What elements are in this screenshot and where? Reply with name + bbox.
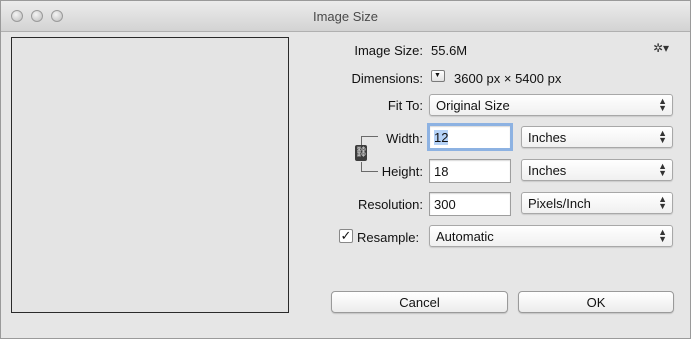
- resample-label: Resample:: [357, 230, 420, 245]
- width-value: 12: [434, 130, 449, 145]
- dimensions-value: 3600 px × 5400 px: [454, 71, 562, 86]
- select-arrows-icon: ▲ ▼: [658, 128, 667, 145]
- select-arrows-icon: ▲ ▼: [658, 227, 667, 244]
- dimensions-label: Dimensions:: [351, 71, 423, 86]
- width-unit-select[interactable]: Inches ▲ ▼: [521, 126, 673, 148]
- select-arrows-icon: ▲ ▼: [658, 161, 667, 178]
- height-value: 18: [434, 164, 449, 179]
- resample-checkbox[interactable]: ✓: [339, 229, 353, 243]
- height-label: Height:: [381, 164, 423, 179]
- select-arrows-icon: ▲ ▼: [658, 194, 667, 211]
- link-bracket-top: [361, 136, 378, 145]
- chain-link-icon[interactable]: ⛓: [355, 145, 368, 161]
- select-arrows-icon: ▲ ▼: [658, 96, 667, 113]
- gear-icon[interactable]: ✲▾: [653, 41, 669, 55]
- fit-to-label: Fit To:: [387, 98, 423, 113]
- image-size-value: 55.6M: [431, 43, 468, 58]
- ok-button[interactable]: OK: [518, 291, 674, 313]
- resolution-unit-select[interactable]: Pixels/Inch ▲ ▼: [521, 192, 673, 214]
- height-unit-value: Inches: [528, 163, 567, 178]
- resolution-label: Resolution:: [357, 197, 423, 212]
- image-size-dialog: Image Size Image Size: 55.6M ✲▾ Dimensio…: [0, 0, 691, 339]
- resample-value: Automatic: [436, 229, 494, 244]
- resolution-input[interactable]: 300: [429, 192, 511, 216]
- cancel-button[interactable]: Cancel: [331, 291, 508, 313]
- dimensions-dropdown-icon[interactable]: ▼: [431, 70, 445, 82]
- window-title: Image Size: [312, 9, 379, 24]
- width-unit-value: Inches: [528, 130, 567, 145]
- resolution-value: 300: [434, 197, 456, 212]
- image-preview[interactable]: [11, 37, 289, 313]
- width-input[interactable]: 12: [427, 123, 513, 151]
- height-unit-select[interactable]: Inches ▲ ▼: [521, 159, 673, 181]
- title-bar: Image Size: [1, 1, 690, 32]
- height-input[interactable]: 18: [429, 159, 511, 183]
- image-size-label: Image Size:: [354, 43, 423, 58]
- fit-to-select[interactable]: Original Size ▲ ▼: [429, 94, 673, 116]
- resolution-unit-value: Pixels/Inch: [528, 196, 591, 211]
- fit-to-value: Original Size: [436, 98, 510, 113]
- resample-select[interactable]: Automatic ▲ ▼: [429, 225, 673, 247]
